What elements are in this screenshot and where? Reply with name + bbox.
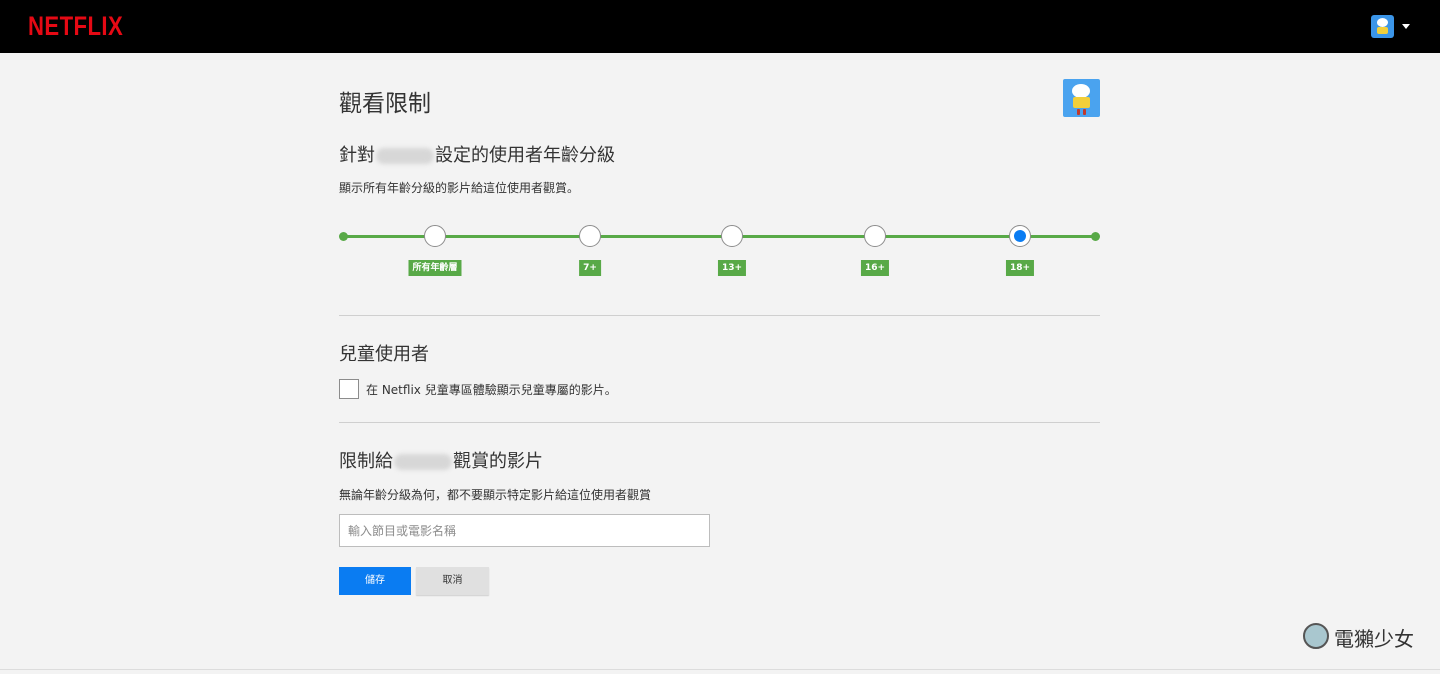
top-navigation-bar: NETFLIX: [0, 0, 1440, 53]
rating-tag[interactable]: 16+: [860, 260, 890, 276]
rating-description: 顯示所有年齡分級的影片給這位使用者觀賞。: [339, 181, 580, 195]
rating-section-title: 針對 設定的使用者年齡分級: [339, 141, 615, 167]
maturity-rating-slider[interactable]: 所有年齡層 7+ 13+ 16+ 18+: [339, 224, 1100, 284]
slider-start-dot: [339, 232, 348, 241]
restrict-title-prefix: 限制給: [339, 451, 393, 472]
page-title: 觀看限制: [339, 91, 431, 117]
blurred-profile-name: [394, 454, 452, 470]
rating-tag[interactable]: 7+: [579, 260, 601, 276]
rating-title-prefix: 針對: [339, 145, 375, 166]
restrict-title-suffix: 觀賞的影片: [453, 451, 543, 472]
rating-knob-13plus[interactable]: [721, 225, 743, 247]
footer-divider: [0, 669, 1440, 670]
rating-knob-7plus[interactable]: [579, 225, 601, 247]
profile-avatar-icon: [1063, 79, 1100, 117]
rating-knob-all-ages[interactable]: [424, 225, 446, 247]
caret-down-icon[interactable]: [1402, 24, 1410, 29]
watermark-text: 電獺少女: [1334, 627, 1414, 651]
profile-avatar-icon[interactable]: [1371, 15, 1394, 38]
section-divider: [339, 315, 1100, 316]
slider-track: [344, 235, 1096, 238]
rating-tag[interactable]: 13+: [717, 260, 747, 276]
rating-tag[interactable]: 所有年齡層: [408, 260, 462, 276]
kids-checkbox-label[interactable]: 在 Netflix 兒童專區體驗顯示兒童專屬的影片。: [366, 381, 617, 398]
save-button[interactable]: 儲存: [339, 567, 411, 595]
blurred-profile-name: [376, 148, 434, 164]
title-search-input[interactable]: [339, 514, 710, 547]
restrict-section-title: 限制給 觀賞的影片: [339, 447, 543, 473]
slider-end-dot: [1091, 232, 1100, 241]
restrict-description: 無論年齡分級為何，都不要顯示特定影片給這位使用者觀賞: [339, 488, 652, 502]
rating-knob-16plus[interactable]: [864, 225, 886, 247]
cancel-button[interactable]: 取消: [416, 567, 489, 595]
rating-title-suffix: 設定的使用者年齡分級: [435, 145, 615, 166]
rating-tag[interactable]: 18+: [1005, 260, 1035, 276]
kids-section-title: 兒童使用者: [339, 344, 429, 365]
netflix-logo[interactable]: NETFLIX: [28, 11, 123, 42]
watermark-logo-icon: [1303, 623, 1329, 649]
kids-profile-checkbox[interactable]: [339, 379, 359, 399]
rating-knob-18plus-selected[interactable]: [1009, 225, 1031, 247]
section-divider: [339, 422, 1100, 423]
